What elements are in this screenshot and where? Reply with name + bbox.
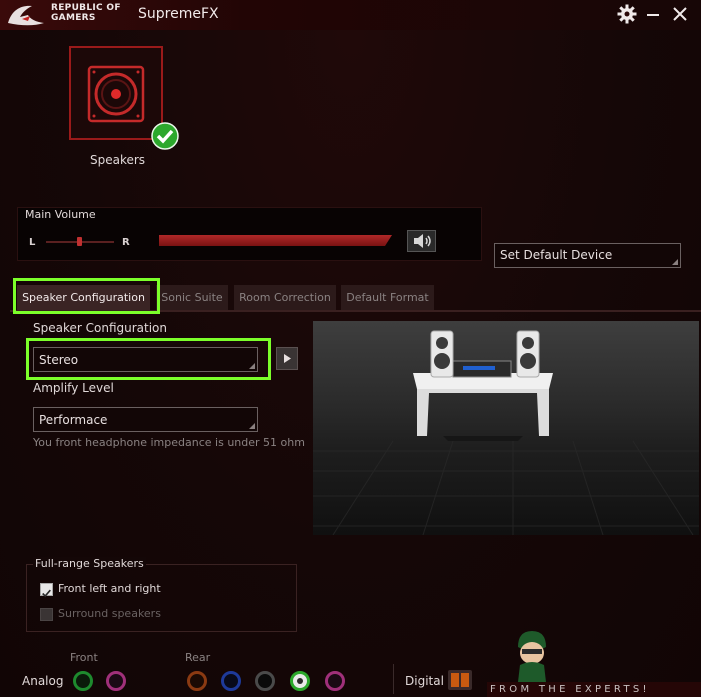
amplify-level-label: Amplify Level <box>33 381 114 395</box>
main-volume-title: Main Volume <box>25 208 96 221</box>
app-title: SupremeFX <box>138 6 219 22</box>
set-default-device-label: Set Default Device <box>500 248 613 262</box>
front-jacks-label: Front <box>70 651 98 664</box>
tab-label: Room Correction <box>239 291 331 304</box>
check-icon <box>151 122 179 150</box>
rog-logo-icon <box>8 5 44 26</box>
tab-label: Sonic Suite <box>161 291 223 304</box>
jack-center-dot <box>297 678 303 684</box>
impedance-hint: You front headphone impedance is under 5… <box>33 436 305 449</box>
speaker-preview <box>313 321 699 535</box>
amplify-level-value: Performace <box>39 413 108 427</box>
surround-speakers-label: Surround speakers <box>58 607 161 620</box>
watermark-text: FROM THE EXPERTS! <box>490 684 650 695</box>
tab-default-format[interactable]: Default Format <box>341 285 434 310</box>
rear-jack-pink[interactable] <box>325 671 345 691</box>
gear-icon[interactable] <box>617 4 637 24</box>
speaker-icon <box>87 65 145 123</box>
balance-slider-thumb[interactable] <box>77 237 82 246</box>
full-range-speakers-title: Full-range Speakers <box>33 557 146 570</box>
surround-speakers-checkbox[interactable] <box>40 608 53 621</box>
brand-line-1: REPUBLIC OF <box>51 3 121 13</box>
device-label: Speakers <box>90 153 146 167</box>
speaker-stand-illustration <box>313 330 699 535</box>
tab-room-correction[interactable]: Room Correction <box>234 285 336 310</box>
front-left-right-label: Front left and right <box>58 582 161 595</box>
set-default-device-button[interactable]: Set Default Device <box>494 243 681 268</box>
jack-divider <box>393 664 394 694</box>
amplify-level-dropdown[interactable]: Performace <box>33 407 258 432</box>
dropdown-corner-icon <box>249 423 255 429</box>
tab-label: Default Format <box>346 291 429 304</box>
front-left-right-checkbox[interactable] <box>40 583 53 598</box>
brand-line-2: GAMERS <box>51 13 96 23</box>
rear-jack-blue[interactable] <box>221 671 241 691</box>
speaker-configuration-label: Speaker Configuration <box>33 321 168 335</box>
rear-jacks-label: Rear <box>185 651 211 664</box>
play-test-button[interactable] <box>276 347 298 370</box>
rear-jack-orange[interactable] <box>187 671 207 691</box>
analog-label: Analog <box>22 674 64 688</box>
full-range-speakers-group <box>26 564 297 632</box>
rear-jack-green-active[interactable] <box>290 671 310 691</box>
rear-jack-black[interactable] <box>255 671 275 691</box>
volume-slider[interactable] <box>159 235 392 246</box>
play-icon <box>284 354 291 363</box>
stereo-highlight-frame <box>26 338 271 380</box>
digital-output-icon[interactable] <box>448 670 472 690</box>
speaker-volume-icon <box>414 234 431 248</box>
balance-right-label: R <box>122 237 130 248</box>
tab-highlight-frame <box>13 278 160 314</box>
watermark-mascot-icon <box>518 631 546 682</box>
close-icon[interactable] <box>670 4 690 24</box>
front-jack-green[interactable] <box>73 671 93 691</box>
balance-left-label: L <box>29 237 36 248</box>
front-jack-pink[interactable] <box>106 671 126 691</box>
mute-button[interactable] <box>407 230 436 252</box>
checkmark-icon <box>42 589 51 598</box>
tab-sonic-suite[interactable]: Sonic Suite <box>156 285 228 310</box>
digital-label: Digital <box>405 674 444 688</box>
dropdown-corner-icon <box>672 259 678 265</box>
minimize-icon[interactable] <box>644 4 662 24</box>
brand-text: REPUBLIC OF GAMERS <box>51 3 133 23</box>
